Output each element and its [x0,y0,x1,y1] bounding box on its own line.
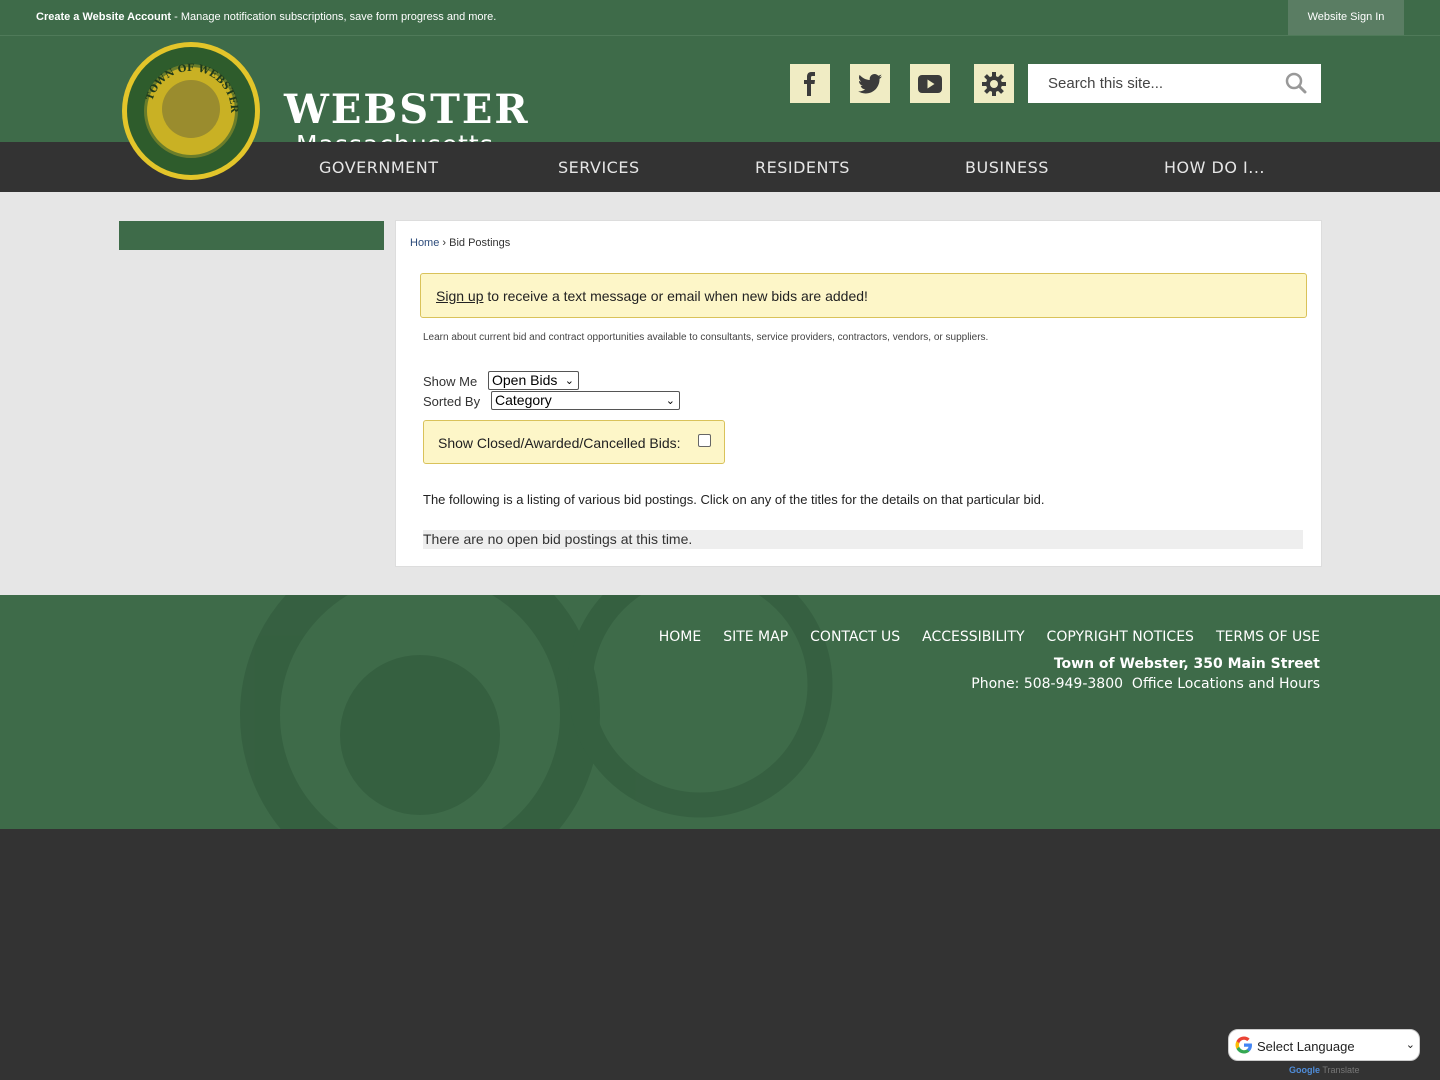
footer-address: Town of Webster, 350 Main Street [1053,656,1320,672]
signup-alert-text: Sign up to receive a text message or ema… [436,288,868,304]
nav-item-residents[interactable]: RESIDENTS [755,158,850,177]
footer-links: HOME SITE MAP CONTACT US ACCESSIBILITY C… [659,629,1320,645]
sorted-by-label: Sorted By [423,394,481,409]
nav-item-how-do-i[interactable]: HOW DO I... [1164,158,1265,177]
nav-item-services[interactable]: SERVICES [558,158,640,177]
breadcrumb-current: Bid Postings [449,237,511,249]
breadcrumb-separator: › [439,237,450,249]
chevron-down-icon: ⌄ [665,395,675,407]
show-me-select[interactable]: Open Bids ⌄ [488,371,579,390]
chevron-down-icon: ⌄ [564,375,574,387]
powered-by-translate[interactable]: Google Translate [1289,1065,1360,1075]
twitter-icon[interactable] [850,64,890,103]
create-account-description: - Manage notification subscriptions, sav… [171,11,497,23]
website-sign-in-button[interactable]: Website Sign In [1288,0,1404,35]
sorted-by-select[interactable]: Category ⌄ [491,391,680,410]
no-posts-message: There are no open bid postings at this t… [423,530,1303,549]
google-g-icon [1235,1036,1253,1059]
site-search[interactable]: Search this site... [1028,64,1321,103]
chevron-down-icon: ⌄ [1405,1039,1415,1051]
language-select[interactable]: Select Language ⌄ [1228,1029,1420,1061]
footer-link-contact-us[interactable]: CONTACT US [810,629,900,645]
powered-text: Translate [1320,1065,1360,1075]
footer-link-accessibility[interactable]: ACCESSIBILITY [922,629,1024,645]
signup-alert: Sign up to receive a text message or ema… [420,273,1307,318]
show-closed-filter: Show Closed/Awarded/Cancelled Bids: [423,420,725,464]
sorted-by-value: Category [495,392,552,408]
language-select-label: Select Language [1257,1039,1355,1054]
intro-text: Learn about current bid and contract opp… [423,332,989,343]
show-closed-label: Show Closed/Awarded/Cancelled Bids: [438,435,681,451]
search-icon[interactable] [1285,72,1307,99]
sign-up-link[interactable]: Sign up [436,288,483,304]
create-account-label[interactable]: Create a Website Account [36,11,171,23]
seal-text: TOWN OF WEBSTER [145,63,240,114]
signup-alert-message: to receive a text message or email when … [483,288,868,304]
search-input[interactable]: Search this site... [1048,75,1163,92]
site-title[interactable]: WEBSTER [284,86,530,133]
show-me-label: Show Me [423,374,478,389]
show-me-value: Open Bids [492,372,558,388]
main-content-area: Home › Bid Postings Sign up to receive a… [0,192,1440,595]
breadcrumb-home-link[interactable]: Home [410,237,439,249]
seal-lettering: TOWN OF WEBSTER [145,63,240,114]
footer-link-copyright[interactable]: COPYRIGHT NOTICES [1047,629,1194,645]
top-account-bar: Create a Website Account - Manage notifi… [0,0,1440,35]
footer-office-link[interactable]: Office Locations and Hours [1132,676,1320,692]
show-closed-checkbox[interactable] [698,434,711,447]
listing-description: The following is a listing of various bi… [423,492,1045,507]
gear-icon[interactable] [974,64,1014,103]
create-account-link[interactable]: Create a Website Account - Manage notifi… [36,11,496,23]
footer-link-site-map[interactable]: SITE MAP [723,629,788,645]
footer-link-home[interactable]: HOME [659,629,701,645]
footer-contact: Phone: 508-949-3800 Office Locations and… [971,676,1320,692]
footer-phone[interactable]: Phone: 508-949-3800 [971,676,1123,692]
bid-postings-panel: Home › Bid Postings Sign up to receive a… [395,220,1322,567]
nav-item-government[interactable]: GOVERNMENT [319,158,439,177]
footer-link-terms[interactable]: TERMS OF USE [1216,629,1320,645]
powered-brand: Google [1289,1065,1320,1075]
site-footer: HOME SITE MAP CONTACT US ACCESSIBILITY C… [0,595,1440,829]
sidebar-header-bar [119,221,384,250]
town-seal-logo[interactable]: TOWN OF WEBSTER [122,42,260,180]
facebook-icon[interactable] [790,64,830,103]
nav-item-business[interactable]: BUSINESS [965,158,1049,177]
breadcrumb: Home › Bid Postings [410,237,510,249]
youtube-icon[interactable] [910,64,950,103]
